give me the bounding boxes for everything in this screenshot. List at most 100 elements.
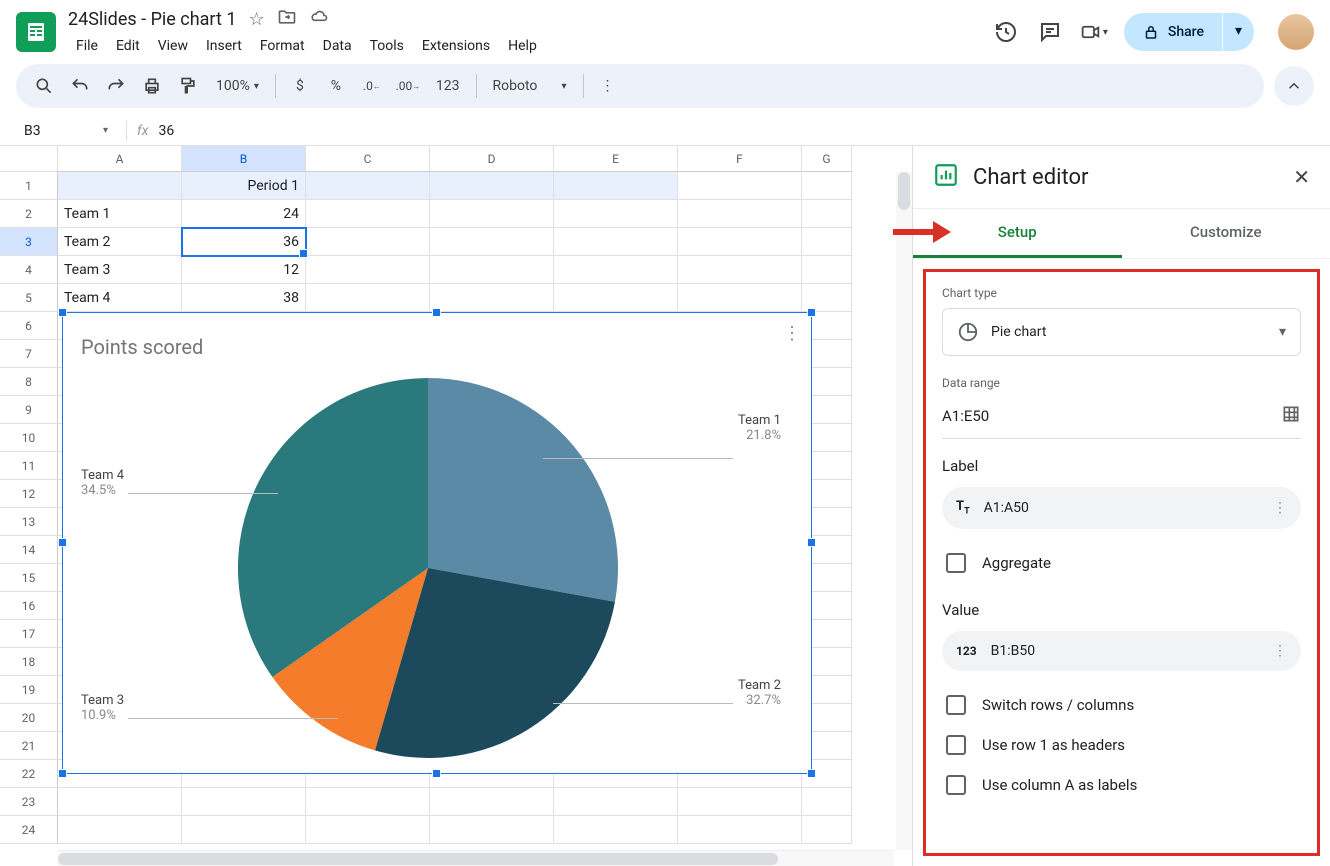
number-format-button[interactable]: 123 xyxy=(428,72,468,100)
chart-menu-icon[interactable]: ⋮ xyxy=(783,323,799,344)
cell[interactable] xyxy=(306,172,430,200)
meet-icon[interactable]: ▾ xyxy=(1080,18,1108,46)
embedded-chart[interactable]: Points scored ⋮ Team 121.8% xyxy=(62,312,812,774)
cell[interactable] xyxy=(802,256,852,284)
menu-extensions[interactable]: Extensions xyxy=(414,34,498,58)
label-range-chip[interactable]: TT A1:A50 ⋮ xyxy=(942,487,1301,529)
row1-headers-checkbox[interactable] xyxy=(946,735,966,755)
cell[interactable] xyxy=(802,200,852,228)
switch-rows-label[interactable]: Switch rows / columns xyxy=(982,696,1134,714)
resize-handle[interactable] xyxy=(432,308,441,317)
col-header-g[interactable]: G xyxy=(802,146,852,172)
col-header-a[interactable]: A xyxy=(58,146,182,172)
cell[interactable] xyxy=(678,816,802,844)
row-header[interactable]: 15 xyxy=(0,564,58,592)
cell[interactable] xyxy=(802,816,852,844)
star-icon[interactable]: ☆ xyxy=(248,9,264,30)
row-header[interactable]: 20 xyxy=(0,704,58,732)
resize-handle[interactable] xyxy=(58,538,67,547)
cell[interactable] xyxy=(802,788,852,816)
value-range-chip[interactable]: 123 B1:B50 ⋮ xyxy=(942,631,1301,671)
row-header[interactable]: 4 xyxy=(0,256,58,284)
menu-insert[interactable]: Insert xyxy=(198,34,250,58)
redo-icon[interactable] xyxy=(100,70,132,102)
increase-decimal-icon[interactable]: .00→ xyxy=(392,70,424,102)
cell[interactable] xyxy=(554,816,678,844)
cell[interactable] xyxy=(306,816,430,844)
row-header[interactable]: 24 xyxy=(0,816,58,844)
cell[interactable] xyxy=(306,228,430,256)
row-header[interactable]: 3 xyxy=(0,228,58,256)
sheets-logo-icon[interactable] xyxy=(16,12,56,52)
cell[interactable] xyxy=(58,788,182,816)
cell[interactable]: Team 1 xyxy=(58,200,182,228)
more-icon[interactable]: ⋮ xyxy=(1273,500,1287,516)
row-header[interactable]: 1 xyxy=(0,172,58,200)
document-title[interactable]: 24Slides - Pie chart 1 xyxy=(68,9,236,30)
col-header-b[interactable]: B xyxy=(182,146,306,172)
cell[interactable] xyxy=(430,200,554,228)
row-header[interactable]: 2 xyxy=(0,200,58,228)
chart-type-select[interactable]: Pie chart ▾ xyxy=(942,308,1301,356)
row-header[interactable]: 9 xyxy=(0,396,58,424)
row-header[interactable]: 7 xyxy=(0,340,58,368)
resize-handle[interactable] xyxy=(58,769,67,778)
resize-handle[interactable] xyxy=(807,769,816,778)
cell[interactable] xyxy=(554,284,678,312)
move-folder-icon[interactable] xyxy=(277,7,297,32)
cell[interactable] xyxy=(58,816,182,844)
cell[interactable]: Team 4 xyxy=(58,284,182,312)
cell[interactable] xyxy=(678,200,802,228)
cell[interactable] xyxy=(678,256,802,284)
cell[interactable] xyxy=(306,788,430,816)
cell[interactable] xyxy=(802,228,852,256)
row-header[interactable]: 10 xyxy=(0,424,58,452)
cell[interactable] xyxy=(802,172,852,200)
name-box[interactable]: B3▾ xyxy=(16,121,116,141)
row-header[interactable]: 5 xyxy=(0,284,58,312)
comments-icon[interactable] xyxy=(1036,18,1064,46)
print-icon[interactable] xyxy=(136,70,168,102)
menu-file[interactable]: File xyxy=(68,34,106,58)
cell[interactable] xyxy=(430,172,554,200)
cell[interactable] xyxy=(554,228,678,256)
vertical-scrollbar[interactable] xyxy=(896,172,912,850)
row-header[interactable]: 12 xyxy=(0,480,58,508)
resize-handle[interactable] xyxy=(807,308,816,317)
cell[interactable]: 12 xyxy=(182,256,306,284)
menu-data[interactable]: Data xyxy=(315,34,360,58)
resize-handle[interactable] xyxy=(58,308,67,317)
collapse-toolbar-icon[interactable] xyxy=(1274,66,1314,106)
cell[interactable] xyxy=(306,200,430,228)
switch-rows-checkbox[interactable] xyxy=(946,695,966,715)
row-header[interactable]: 17 xyxy=(0,620,58,648)
cell[interactable] xyxy=(554,788,678,816)
resize-handle[interactable] xyxy=(807,538,816,547)
close-icon[interactable]: ✕ xyxy=(1293,165,1310,189)
row1-headers-label[interactable]: Use row 1 as headers xyxy=(982,736,1125,754)
currency-button[interactable]: $ xyxy=(284,70,316,102)
resize-handle[interactable] xyxy=(432,769,441,778)
font-select[interactable]: Roboto ▾ xyxy=(485,72,575,100)
menu-edit[interactable]: Edit xyxy=(108,34,148,58)
cell[interactable]: 24 xyxy=(182,200,306,228)
row-header[interactable]: 23 xyxy=(0,788,58,816)
share-dropdown[interactable]: ▾ xyxy=(1223,13,1254,51)
cell[interactable] xyxy=(58,172,182,200)
percent-button[interactable]: % xyxy=(320,70,352,102)
cell[interactable] xyxy=(554,256,678,284)
horizontal-scrollbar[interactable] xyxy=(58,850,894,866)
row-header[interactable]: 22 xyxy=(0,760,58,788)
colA-labels-checkbox[interactable] xyxy=(946,775,966,795)
cell[interactable] xyxy=(182,816,306,844)
account-avatar[interactable] xyxy=(1278,14,1314,50)
col-header-d[interactable]: D xyxy=(430,146,554,172)
menu-format[interactable]: Format xyxy=(252,34,313,58)
more-toolbar-icon[interactable]: ⋮ xyxy=(592,70,624,102)
row-header[interactable]: 16 xyxy=(0,592,58,620)
row-header[interactable]: 11 xyxy=(0,452,58,480)
history-icon[interactable] xyxy=(992,18,1020,46)
data-range-input[interactable]: A1:E50 xyxy=(942,407,1281,425)
cloud-status-icon[interactable] xyxy=(309,7,329,32)
cell[interactable]: 38 xyxy=(182,284,306,312)
